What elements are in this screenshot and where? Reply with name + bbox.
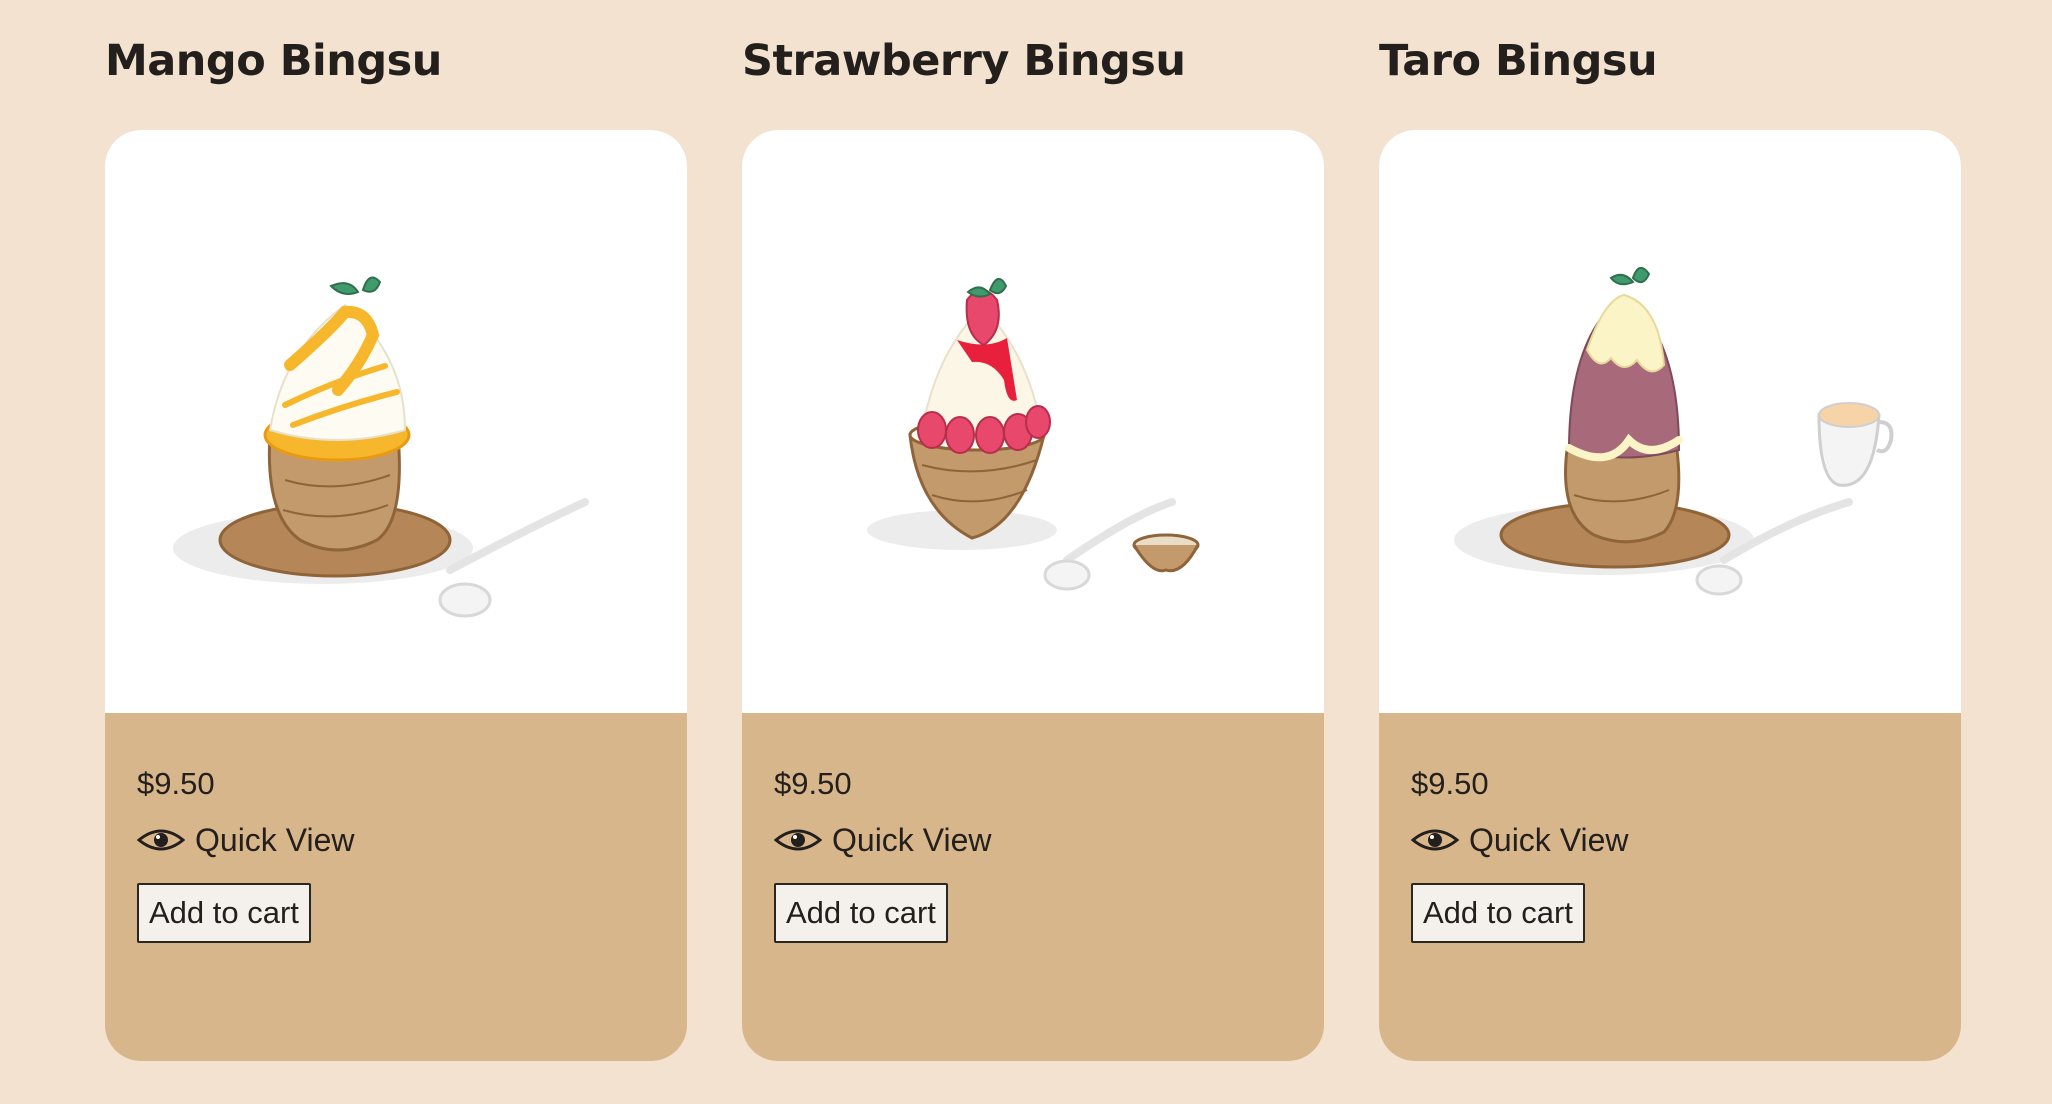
strawberry-bingsu-illustration	[867, 278, 1200, 591]
add-to-cart-button[interactable]: Add to cart	[1411, 883, 1585, 943]
quick-view-link[interactable]: Quick View	[1411, 820, 1628, 860]
product-image[interactable]	[105, 130, 687, 713]
product-card: $9.50 Quick View Add to cart	[742, 130, 1324, 1061]
quick-view-link[interactable]: Quick View	[774, 820, 991, 860]
product-card: $9.50 Quick View Add to cart	[105, 130, 687, 1061]
quick-view-label: Quick View	[195, 821, 355, 858]
add-to-cart-button[interactable]: Add to cart	[137, 883, 311, 943]
product-image[interactable]	[1379, 130, 1961, 713]
taro-bingsu-illustration	[1454, 267, 1894, 596]
quick-view-label: Quick View	[1469, 821, 1629, 858]
eye-icon	[774, 829, 822, 851]
quick-view-link[interactable]: Quick View	[137, 820, 354, 860]
eye-icon	[137, 829, 185, 851]
product-title: Strawberry Bingsu	[742, 36, 1186, 86]
product-price: $9.50	[137, 766, 215, 801]
add-to-cart-button[interactable]: Add to cart	[774, 883, 948, 943]
product-price: $9.50	[774, 766, 852, 801]
quick-view-label: Quick View	[832, 821, 992, 858]
product-price: $9.50	[1411, 766, 1489, 801]
eye-icon	[1411, 829, 1459, 851]
product-title: Mango Bingsu	[105, 36, 442, 86]
product-image[interactable]	[742, 130, 1324, 713]
product-card: $9.50 Quick View Add to cart	[1379, 130, 1961, 1061]
product-title: Taro Bingsu	[1379, 36, 1658, 86]
mango-bingsu-illustration	[173, 276, 589, 618]
